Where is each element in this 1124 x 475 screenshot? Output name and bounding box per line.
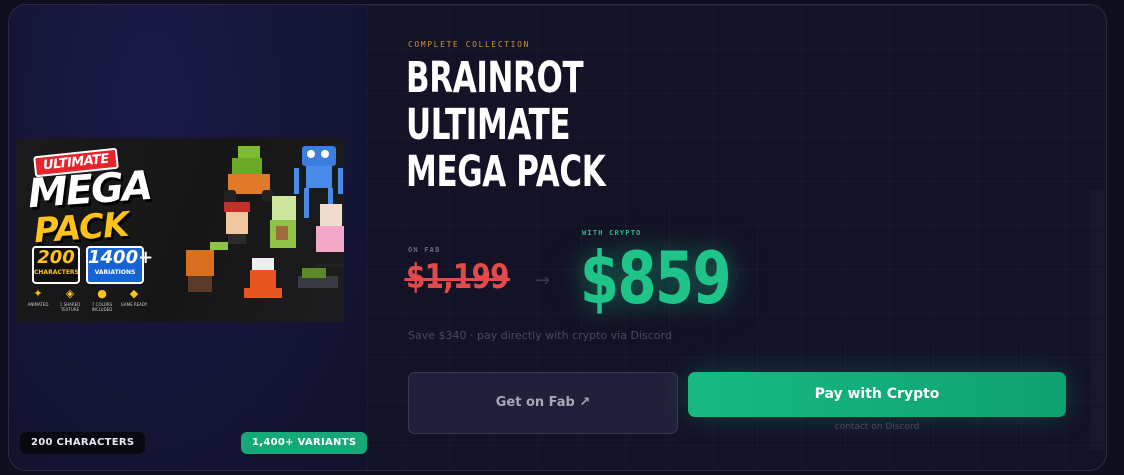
image-variations-count: 1400+ bbox=[88, 247, 154, 268]
collection-eyebrow: COMPLETE COLLECTION bbox=[408, 40, 530, 49]
cube-icon: ◈ bbox=[65, 287, 75, 300]
feature-game-ready: ◆ GAME READY bbox=[120, 287, 148, 308]
contact-discord-note: contact on Discord bbox=[834, 422, 920, 432]
variants-badge: 1,400+ VARIANTS bbox=[241, 432, 368, 454]
savings-note: Save $340 · pay directly with crypto via… bbox=[408, 329, 672, 342]
character-illustrations bbox=[166, 138, 344, 322]
price-strikethrough bbox=[404, 278, 511, 281]
product-title: BRAINROT ULTIMATE MEGA PACK bbox=[406, 55, 622, 196]
fab-price: $1,199 bbox=[404, 254, 511, 300]
image-characters-count: 200 bbox=[37, 247, 75, 268]
feature-colors: ● 7 COLORS INCLUDED bbox=[88, 287, 116, 313]
image-variations-badge: 1400+ VARIATIONS bbox=[86, 246, 154, 284]
characters-badge: 200 CHARACTERS bbox=[20, 432, 146, 454]
product-image: ULTIMATE MEGA PACK 200 CHARACTERS 1400+ … bbox=[16, 138, 344, 322]
running-icon: ✦ bbox=[33, 287, 43, 300]
arrow-right-icon: → bbox=[535, 270, 551, 291]
title-line-1: BRAINROT bbox=[406, 53, 584, 103]
feature-texture: ◈ 1 SHARED TEXTURE bbox=[56, 287, 84, 313]
feature-colors-label: 7 COLORS INCLUDED bbox=[91, 302, 113, 312]
feature-animated-label: ANIMATED bbox=[27, 302, 49, 307]
fab-price-label: ON FAB bbox=[408, 246, 441, 254]
gamepad-icon: ◆ bbox=[129, 287, 139, 300]
title-line-2: ULTIMATE bbox=[406, 100, 571, 150]
image-pack-label: PACK bbox=[32, 204, 130, 252]
fab-price-value: $1,199 bbox=[406, 257, 509, 297]
panel-divider bbox=[367, 5, 368, 470]
image-variations-label: VARIATIONS bbox=[94, 269, 136, 276]
image-characters-label: CHARACTERS bbox=[34, 269, 79, 276]
title-line-3: MEGA PACK bbox=[406, 147, 606, 197]
palette-icon: ● bbox=[97, 287, 107, 300]
side-strip bbox=[1090, 190, 1104, 450]
get-on-fab-button[interactable]: Get on Fab ↗ bbox=[408, 372, 678, 434]
crypto-price: $859 bbox=[580, 236, 732, 320]
feature-game-ready-label: GAME READY bbox=[120, 302, 148, 307]
feature-texture-label: 1 SHARED TEXTURE bbox=[59, 302, 81, 312]
pay-with-crypto-button[interactable]: Pay with Crypto bbox=[688, 372, 1066, 417]
image-characters-badge: 200 CHARACTERS bbox=[32, 246, 80, 284]
feature-animated: ✦ ANIMATED bbox=[24, 287, 52, 308]
